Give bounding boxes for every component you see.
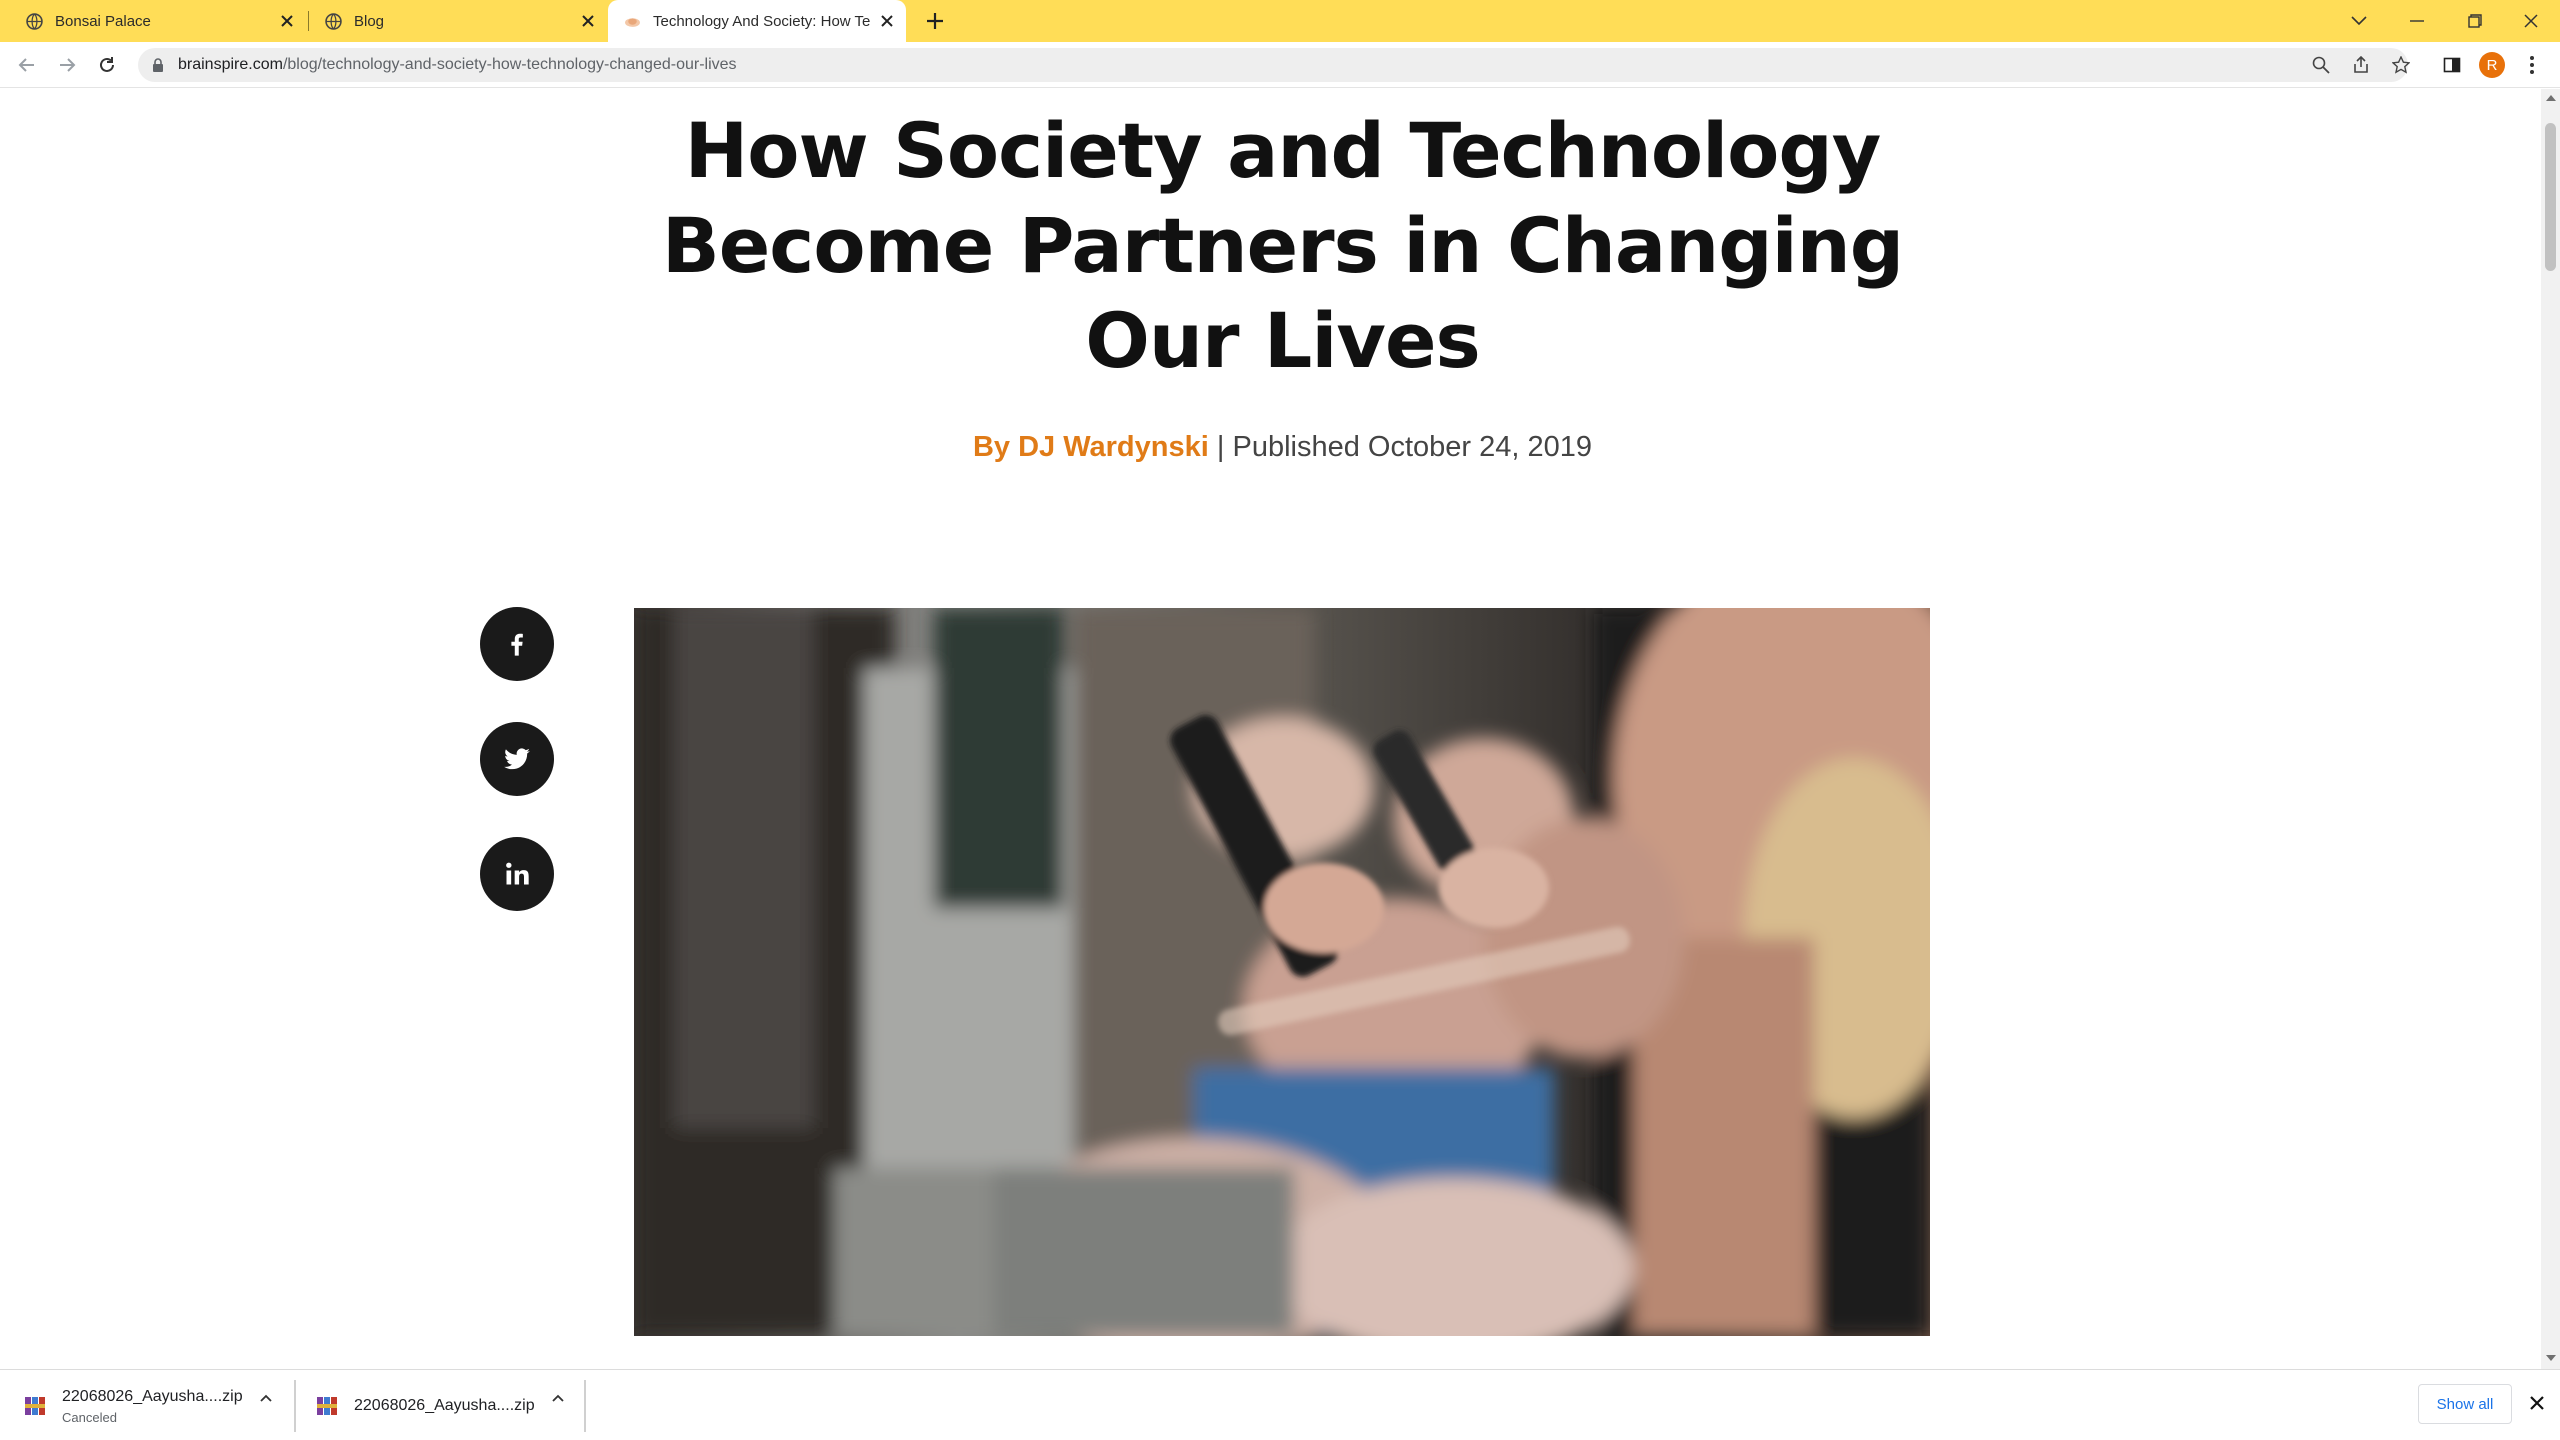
archive-file-icon <box>25 1397 45 1415</box>
hero-image <box>634 608 1930 1336</box>
download-options-button[interactable] <box>548 1388 568 1408</box>
chevron-down-icon <box>2351 16 2367 26</box>
url-path: /blog/technology-and-society-how-technol… <box>282 56 737 73</box>
star-icon <box>2392 56 2410 74</box>
linkedin-icon <box>506 862 529 885</box>
reload-icon <box>100 57 114 72</box>
photo-people-using-phones <box>634 608 1930 1336</box>
restore-icon <box>2468 14 2482 28</box>
url-text: brainspire.com/blog/technology-and-socie… <box>178 56 737 74</box>
tab-close-button[interactable] <box>579 12 597 30</box>
close-icon <box>2524 14 2538 28</box>
lock-icon <box>153 58 163 72</box>
shelf-divider <box>584 1380 586 1432</box>
download-filename: 22068026_Aayusha....zip <box>354 1397 535 1414</box>
bookmark-star-button[interactable] <box>2390 54 2412 76</box>
tab-technology-and-society[interactable]: Technology And Society: How Te <box>608 0 906 42</box>
share-facebook-button[interactable] <box>480 607 554 681</box>
avatar: R <box>2479 52 2505 78</box>
tab-title: Bonsai Palace <box>55 12 151 30</box>
author-link[interactable]: By DJ Wardynski <box>973 431 1209 463</box>
page-scrollbar[interactable] <box>2541 89 2560 1369</box>
share-page-button[interactable] <box>2350 54 2372 76</box>
web-page: How Society and Technology Become Partne… <box>0 89 2541 1369</box>
minimize-button[interactable] <box>2388 0 2446 42</box>
zoom-icon <box>2312 56 2330 74</box>
tab-close-button[interactable] <box>878 12 896 30</box>
share-icon <box>2354 56 2368 73</box>
download-shelf: 22068026_Aayusha....zip Canceled 2206802… <box>0 1369 2560 1440</box>
triangle-down-icon <box>2545 1355 2556 1361</box>
chevron-up-icon <box>552 1394 564 1402</box>
close-icon <box>2530 1396 2544 1410</box>
globe-icon <box>325 12 342 30</box>
tab-title: Technology And Society: How Te <box>653 12 871 30</box>
share-linkedin-button[interactable] <box>480 837 554 911</box>
download-options-button[interactable] <box>256 1388 276 1408</box>
restore-button[interactable] <box>2446 0 2504 42</box>
close-window-button[interactable] <box>2502 0 2560 42</box>
tab-close-button[interactable] <box>278 12 296 30</box>
more-vert-icon <box>2530 56 2534 74</box>
profile-button[interactable]: R <box>2477 50 2507 80</box>
tab-search-button[interactable] <box>2330 0 2388 42</box>
zoom-button[interactable] <box>2310 54 2332 76</box>
arrow-right-icon <box>60 58 76 72</box>
shelf-divider <box>294 1380 296 1432</box>
close-icon <box>582 15 594 27</box>
globe-icon <box>26 12 43 30</box>
scroll-down-button[interactable] <box>2545 1353 2556 1363</box>
byline-separator: | <box>1216 431 1225 463</box>
download-item[interactable]: 22068026_Aayusha....zip Canceled <box>24 1378 274 1434</box>
scroll-up-button[interactable] <box>2545 93 2556 103</box>
twitter-icon <box>504 748 530 770</box>
side-panel-icon <box>2443 57 2461 73</box>
browser-toolbar: brainspire.com/blog/technology-and-socie… <box>0 42 2560 88</box>
download-status: Canceled <box>62 1409 117 1425</box>
show-all-downloads-button[interactable]: Show all <box>2418 1384 2512 1424</box>
article-title: How Society and Technology Become Partne… <box>661 106 1904 385</box>
tab-bonsai-palace[interactable]: Bonsai Palace <box>0 0 306 42</box>
article-byline: By DJ Wardynski | Published October 24, … <box>600 431 1965 464</box>
chevron-up-icon <box>260 1394 272 1402</box>
url-host: brainspire.com <box>178 56 283 73</box>
facebook-icon <box>511 633 523 656</box>
share-twitter-button[interactable] <box>480 722 554 796</box>
address-bar[interactable]: brainspire.com/blog/technology-and-socie… <box>138 48 2410 82</box>
download-filename: 22068026_Aayusha....zip <box>62 1387 243 1405</box>
download-item[interactable]: 22068026_Aayusha....zip <box>316 1378 566 1434</box>
close-icon <box>881 15 893 27</box>
close-shelf-button[interactable] <box>2524 1390 2550 1416</box>
site-logo-icon <box>625 17 640 27</box>
arrow-left-icon <box>18 58 34 72</box>
publish-date: Published October 24, 2019 <box>1232 431 1593 463</box>
menu-button[interactable] <box>2517 50 2547 80</box>
back-button[interactable] <box>12 50 42 80</box>
plus-icon <box>927 13 943 29</box>
minimize-icon <box>2410 20 2424 22</box>
tab-strip: Bonsai Palace Blog Technology And Societ… <box>0 0 2560 42</box>
reload-button[interactable] <box>92 50 122 80</box>
side-panel-button[interactable] <box>2437 50 2467 80</box>
tab-blog[interactable]: Blog <box>305 0 607 42</box>
forward-button[interactable] <box>52 50 82 80</box>
close-icon <box>281 15 293 27</box>
new-tab-button[interactable] <box>922 8 948 34</box>
scrollbar-thumb[interactable] <box>2545 123 2556 271</box>
tab-title: Blog <box>354 12 385 30</box>
triangle-up-icon <box>2545 95 2556 101</box>
archive-file-icon <box>317 1397 337 1415</box>
